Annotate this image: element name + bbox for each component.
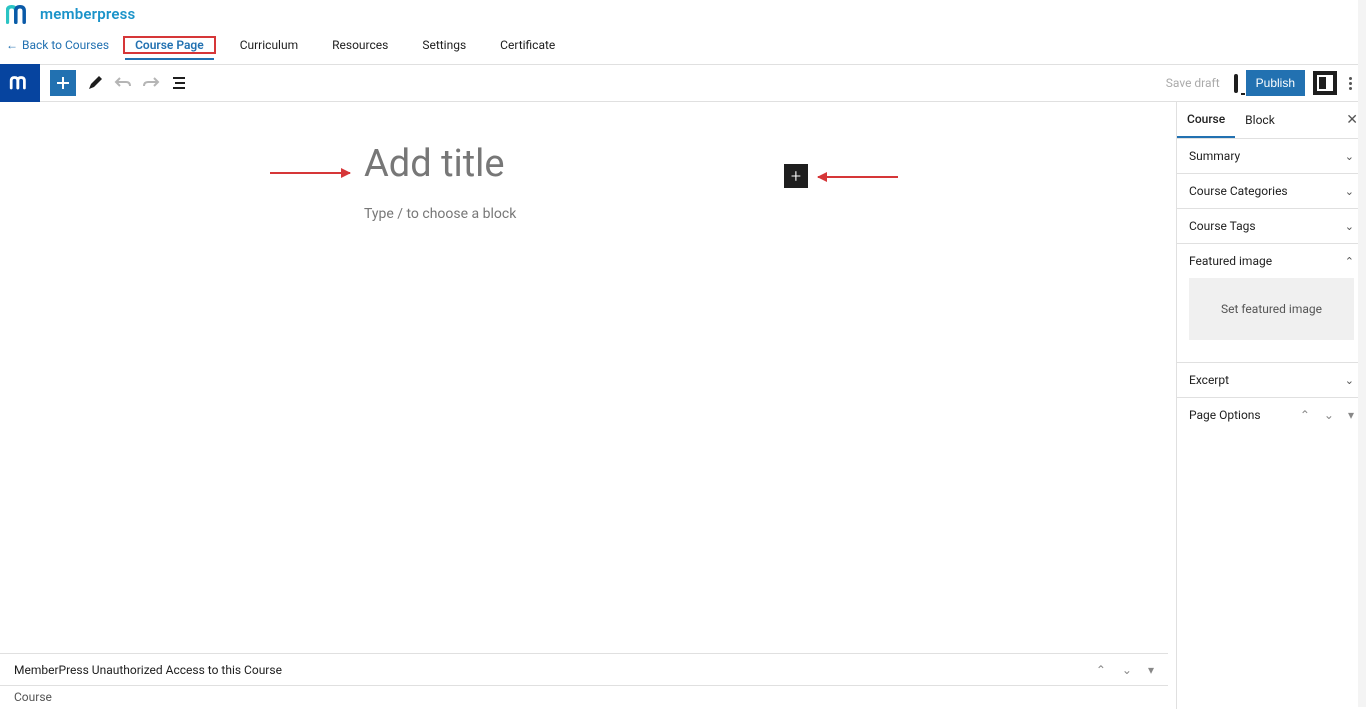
metabox-title: MemberPress Unauthorized Access to this … <box>14 663 282 677</box>
panel-featured-image: Featured image ⌃ Set featured image <box>1177 244 1366 363</box>
title-block[interactable]: Add title Type / to choose a block <box>364 142 904 222</box>
chevron-down-icon: ⌄ <box>1345 185 1354 198</box>
sidebar-tab-course[interactable]: Course <box>1177 102 1235 138</box>
panel-featured-header[interactable]: Featured image ⌃ <box>1177 244 1366 278</box>
breadcrumb-bar: Course <box>0 685 1168 707</box>
desktop-preview-icon <box>1234 74 1238 93</box>
toolbar-right: Save draft Publish <box>1160 70 1366 96</box>
editor-toolbar: Save draft Publish <box>0 64 1366 102</box>
editor-workspace: Add title Type / to choose a block + Cou… <box>0 102 1366 709</box>
active-tab-highlight-box: Course Page <box>123 36 216 54</box>
panel-page-options[interactable]: Page Options ⌃ ⌄ ▾ <box>1177 398 1366 432</box>
tab-course-page[interactable]: Course Page <box>125 32 214 60</box>
arrow-left-icon: ← <box>6 38 18 52</box>
tab-resources[interactable]: Resources <box>322 32 398 58</box>
paragraph-placeholder[interactable]: Type / to choose a block <box>364 206 904 222</box>
brand-name: memberpress <box>40 5 135 23</box>
panel-excerpt[interactable]: Excerpt ⌄ <box>1177 363 1366 398</box>
sidebar-tabs: Course Block ✕ <box>1177 102 1366 139</box>
toolbar-left <box>0 65 188 101</box>
metabox-controls: ⌃ ⌄ ▾ <box>1096 663 1154 677</box>
panel-summary[interactable]: Summary ⌄ <box>1177 139 1366 174</box>
chevron-down-icon[interactable]: ⌄ <box>1324 408 1334 422</box>
course-tabs-row: ← Back to Courses Course Page Curriculum… <box>0 28 1366 64</box>
back-to-courses-link[interactable]: ← Back to Courses <box>6 38 109 52</box>
settings-panel-toggle[interactable] <box>1313 71 1337 95</box>
preview-button[interactable] <box>1234 76 1238 91</box>
page-options-controls: ⌃ ⌄ ▾ <box>1300 408 1354 422</box>
document-overview-icon[interactable] <box>170 74 188 92</box>
save-draft-button[interactable]: Save draft <box>1160 72 1226 94</box>
editor-canvas[interactable]: Add title Type / to choose a block + <box>0 102 1176 709</box>
redo-icon[interactable] <box>142 74 160 92</box>
page-options-label: Page Options <box>1189 408 1261 422</box>
annotation-arrow-title <box>270 172 350 174</box>
annotation-arrow-plus <box>818 176 898 178</box>
undo-icon[interactable] <box>114 74 132 92</box>
set-featured-image-label: Set featured image <box>1221 302 1322 316</box>
panel-excerpt-label: Excerpt <box>1189 373 1229 387</box>
breadcrumb-text[interactable]: Course <box>14 690 52 704</box>
inline-add-block-button[interactable]: + <box>784 164 808 188</box>
panel-featured-label: Featured image <box>1189 254 1272 268</box>
chevron-up-icon: ⌃ <box>1345 255 1354 268</box>
caret-down-icon[interactable]: ▾ <box>1148 663 1154 677</box>
panel-categories[interactable]: Course Categories ⌄ <box>1177 174 1366 209</box>
panel-tags-label: Course Tags <box>1189 219 1256 233</box>
close-sidebar-icon[interactable]: ✕ <box>1346 112 1358 128</box>
more-options-icon[interactable] <box>1345 77 1356 90</box>
settings-sidebar: Course Block ✕ Summary ⌄ Course Categori… <box>1176 102 1366 709</box>
edit-mode-icon[interactable] <box>86 74 104 92</box>
vertical-scrollbar[interactable] <box>1358 0 1366 707</box>
panel-summary-label: Summary <box>1189 149 1240 163</box>
tab-curriculum[interactable]: Curriculum <box>230 32 308 58</box>
metabox-header[interactable]: MemberPress Unauthorized Access to this … <box>0 653 1168 685</box>
sidebar-tab-block[interactable]: Block <box>1235 103 1285 137</box>
tab-certificate[interactable]: Certificate <box>490 32 565 58</box>
app-menu-button[interactable] <box>0 64 40 102</box>
chevron-down-icon: ⌄ <box>1345 150 1354 163</box>
chevron-down-icon[interactable]: ⌄ <box>1122 663 1132 677</box>
caret-down-icon[interactable]: ▾ <box>1348 408 1354 422</box>
brand-logo-icon <box>6 2 34 26</box>
chevron-down-icon: ⌄ <box>1345 220 1354 233</box>
back-label: Back to Courses <box>22 38 109 52</box>
publish-button[interactable]: Publish <box>1246 70 1305 96</box>
panel-categories-label: Course Categories <box>1189 184 1288 198</box>
chevron-up-icon[interactable]: ⌃ <box>1096 663 1106 677</box>
panel-tags[interactable]: Course Tags ⌄ <box>1177 209 1366 244</box>
chevron-down-icon: ⌄ <box>1345 374 1354 387</box>
brand-header: memberpress <box>0 0 1366 28</box>
add-block-button[interactable] <box>50 70 76 96</box>
tab-settings[interactable]: Settings <box>412 32 476 58</box>
chevron-up-icon[interactable]: ⌃ <box>1300 408 1310 422</box>
set-featured-image-button[interactable]: Set featured image <box>1189 278 1354 340</box>
